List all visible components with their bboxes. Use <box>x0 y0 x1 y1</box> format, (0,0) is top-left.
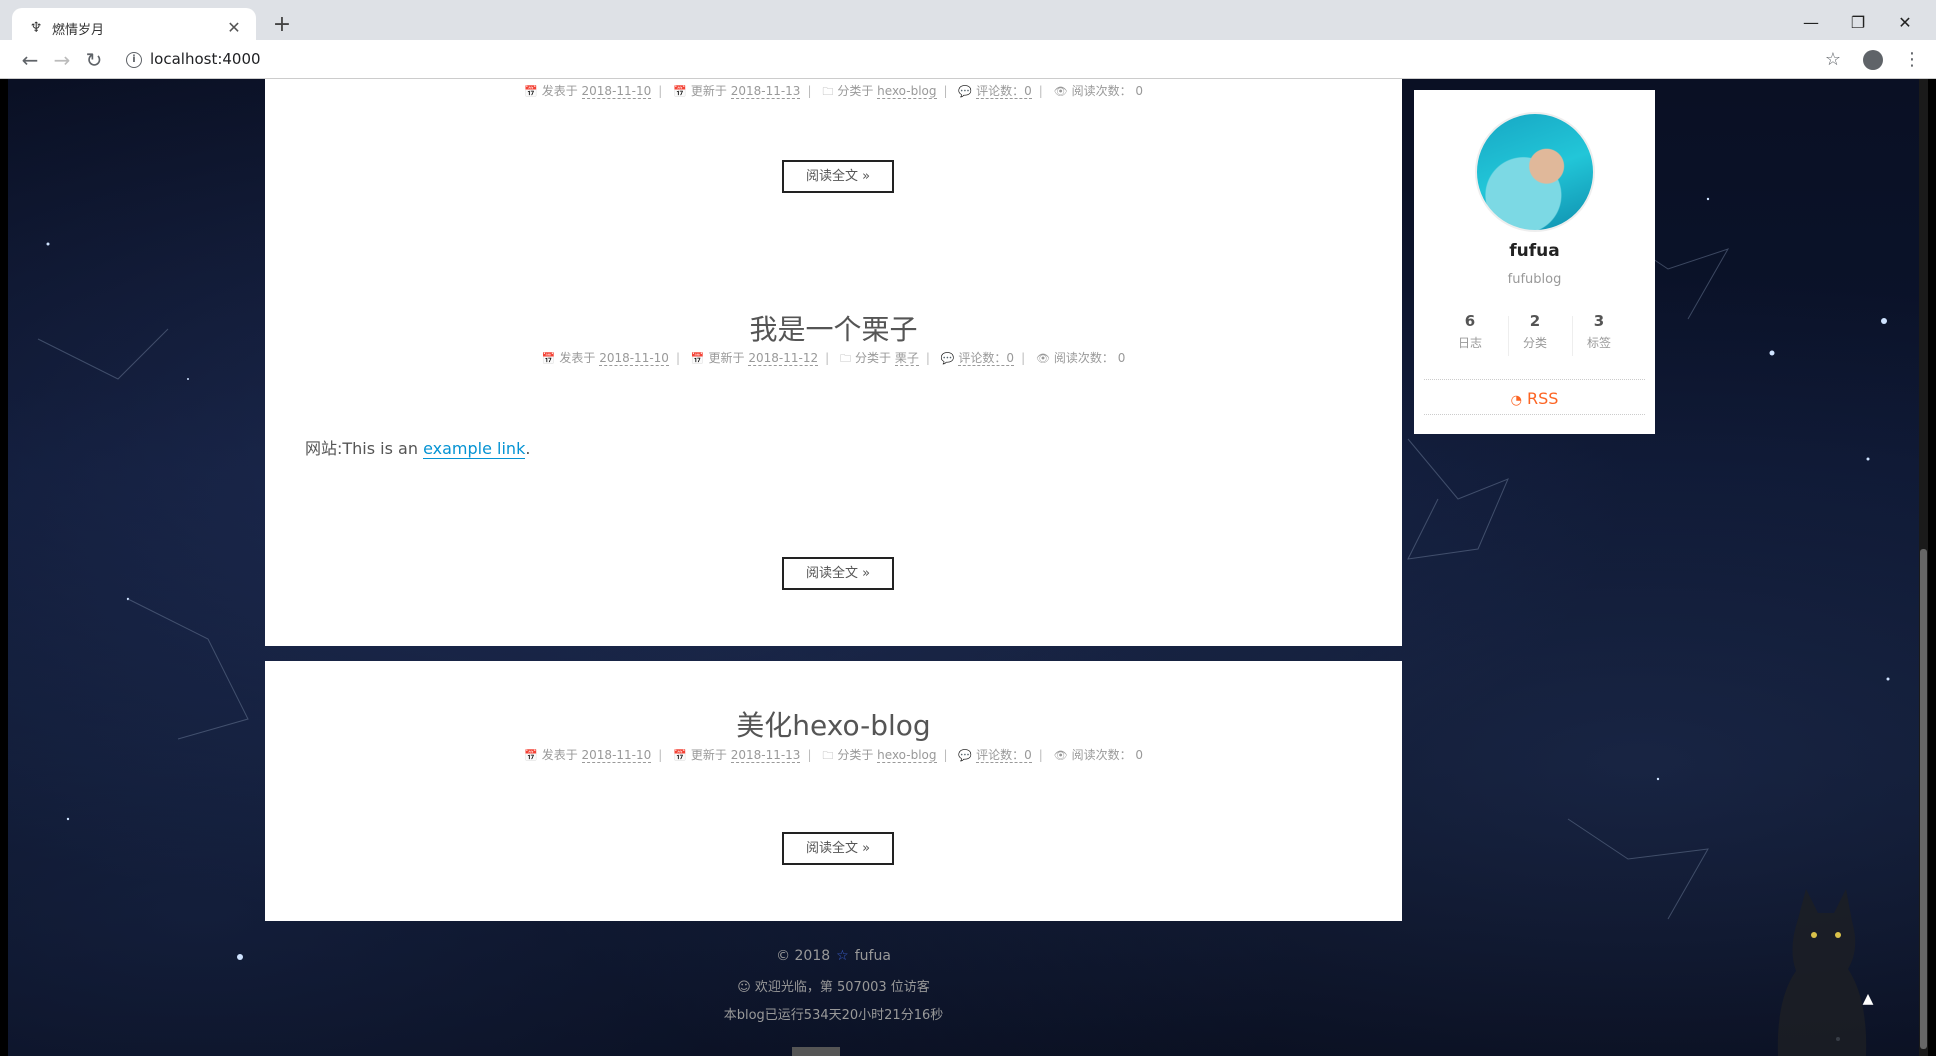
star-icon: ☆ <box>836 948 849 964</box>
post-card: 📅 发表于 2018-11-10 | 📅 更新于 2018-11-13 | 🗀 分类于 h… <box>265 79 1402 265</box>
post-meta: 📅 发表于 2018-11-10 | 📅 更新于 2018-11-13 | 🗀 分类于 h… <box>265 746 1402 766</box>
author-name: fufua <box>1509 241 1560 261</box>
stat-tags[interactable]: 3 标签 <box>1573 312 1625 351</box>
stat-posts[interactable]: 6 日志 <box>1444 312 1496 351</box>
example-link[interactable]: example link <box>423 439 526 459</box>
site-stats: 6 日志 2 分类 3 标签 <box>1444 312 1625 356</box>
posted-date: 2018-11-10 <box>581 748 652 763</box>
posted-date: 2018-11-10 <box>599 351 669 366</box>
category-link[interactable]: hexo-blog <box>877 748 937 763</box>
calendar-icon: 📅 <box>541 352 556 365</box>
footer-runtime: 本blog已运行534天20小时21分16秒 <box>723 1008 944 1023</box>
close-tab-icon[interactable]: ✕ <box>224 18 244 38</box>
category-link[interactable]: 栗子 <box>894 351 919 366</box>
back-icon[interactable]: ← <box>16 46 44 74</box>
eye-icon: 👁 <box>1053 85 1068 98</box>
stat-categories[interactable]: 2 分类 <box>1509 312 1561 351</box>
rss-icon: ◔ <box>1510 393 1522 408</box>
comment-count-link[interactable]: 评论数：0 <box>976 84 1032 99</box>
site-description: fufublog <box>1507 272 1562 287</box>
comment-icon: 💬 <box>958 85 973 98</box>
updated-date: 2018-11-13 <box>730 748 801 763</box>
comment-count-link[interactable]: 评论数：0 <box>958 351 1015 366</box>
forward-icon[interactable]: → <box>48 46 76 74</box>
post-title[interactable]: 我是一个栗子 <box>265 308 1402 348</box>
category-link[interactable]: hexo-blog <box>877 84 937 99</box>
post-excerpt: 网站:This is an example link. <box>305 439 531 459</box>
cat-widget <box>1777 889 1867 1056</box>
eye-icon: 👁 <box>1035 352 1050 365</box>
view-count: 阅读次数： 0 <box>1071 748 1144 762</box>
folder-icon: 🗀 <box>839 352 851 365</box>
browser-chrome: ♆ 燃情岁月 ✕ + — ❐ ✕ ← → ↻ i localhost:4000 … <box>0 0 1936 79</box>
folder-icon: 🗀 <box>822 749 834 762</box>
post-meta: 📅 发表于 2018-11-10 | 📅 更新于 2018-11-12 | 🗀 分类于 栗… <box>265 349 1402 369</box>
restore-icon[interactable]: ❐ <box>1835 8 1881 38</box>
address-bar[interactable]: i localhost:4000 <box>116 45 1816 75</box>
site-info-icon[interactable]: i <box>126 52 142 68</box>
view-count: 阅读次数： 0 <box>1071 84 1144 98</box>
calendar-icon: 📅 <box>523 749 538 762</box>
post-meta: 📅 发表于 2018-11-10 | 📅 更新于 2018-11-13 | 🗀 分类于 h… <box>265 82 1402 102</box>
folder-icon: 🗀 <box>822 85 834 98</box>
calendar-check-icon: 📅 <box>673 85 687 98</box>
horizontal-scroll-indicator[interactable] <box>792 1047 840 1056</box>
reload-icon[interactable]: ↻ <box>80 46 108 74</box>
post-card: 美化hexo-blog 📅 发表于 2018-11-10 | 📅 更新于 2018-1… <box>265 661 1402 921</box>
post-card: 我是一个栗子 📅 发表于 2018-11-10 | 📅 更新于 2018-11-12 |… <box>265 265 1402 646</box>
author-sidebar: fufua fufublog 6 日志 2 分类 3 标签 ◔ RSS <box>1414 90 1655 434</box>
footer-copyright: © 2018 ☆ fufua <box>776 948 891 964</box>
footer-visitors: ☺ 欢迎光临，第 507003 位访客 <box>737 980 930 995</box>
calendar-check-icon: 📅 <box>690 352 705 365</box>
window-close-icon[interactable]: ✕ <box>1882 8 1928 38</box>
divider <box>1424 379 1645 380</box>
avatar <box>1475 112 1595 232</box>
comment-icon: 💬 <box>958 749 973 762</box>
menu-dots-icon[interactable]: ⋮ <box>1898 46 1926 74</box>
footer-author: fufua <box>854 948 891 964</box>
page-viewport: 📅 发表于 2018-11-10 | 📅 更新于 2018-11-13 | 🗀 分类于 h… <box>8 79 1928 1056</box>
tab-title: 燃情岁月 <box>52 23 105 38</box>
updated-date: 2018-11-13 <box>730 84 801 99</box>
view-count: 阅读次数： 0 <box>1053 351 1126 365</box>
divider <box>1424 414 1645 415</box>
read-more-button[interactable]: 阅读全文 » <box>782 557 894 590</box>
minimize-icon[interactable]: — <box>1788 8 1834 38</box>
new-tab-icon[interactable]: + <box>268 12 296 40</box>
posted-date: 2018-11-10 <box>581 84 652 99</box>
arrow-up-icon[interactable]: ▲ <box>1856 987 1880 1011</box>
read-more-button[interactable]: 阅读全文 » <box>782 832 894 865</box>
rss-link[interactable]: ◔ RSS <box>1414 389 1655 408</box>
eye-icon: 👁 <box>1053 749 1068 762</box>
comment-icon: 💬 <box>940 352 955 365</box>
comment-count-link[interactable]: 评论数：0 <box>976 748 1032 763</box>
profile-icon[interactable] <box>1863 50 1883 70</box>
read-more-button[interactable]: 阅读全文 » <box>782 160 894 193</box>
post-title[interactable]: 美化hexo-blog <box>265 704 1402 744</box>
browser-toolbar: ← → ↻ i localhost:4000 ☆ ⋮ <box>0 40 1936 79</box>
calendar-icon: 📅 <box>523 85 538 98</box>
bookmark-star-icon[interactable]: ☆ <box>1819 46 1847 74</box>
calendar-check-icon: 📅 <box>673 749 687 762</box>
updated-date: 2018-11-12 <box>748 351 819 366</box>
address-url: localhost:4000 <box>150 50 261 68</box>
scrollbar-thumb[interactable] <box>1920 549 1927 1049</box>
site-favicon-icon: ♆ <box>29 20 43 36</box>
